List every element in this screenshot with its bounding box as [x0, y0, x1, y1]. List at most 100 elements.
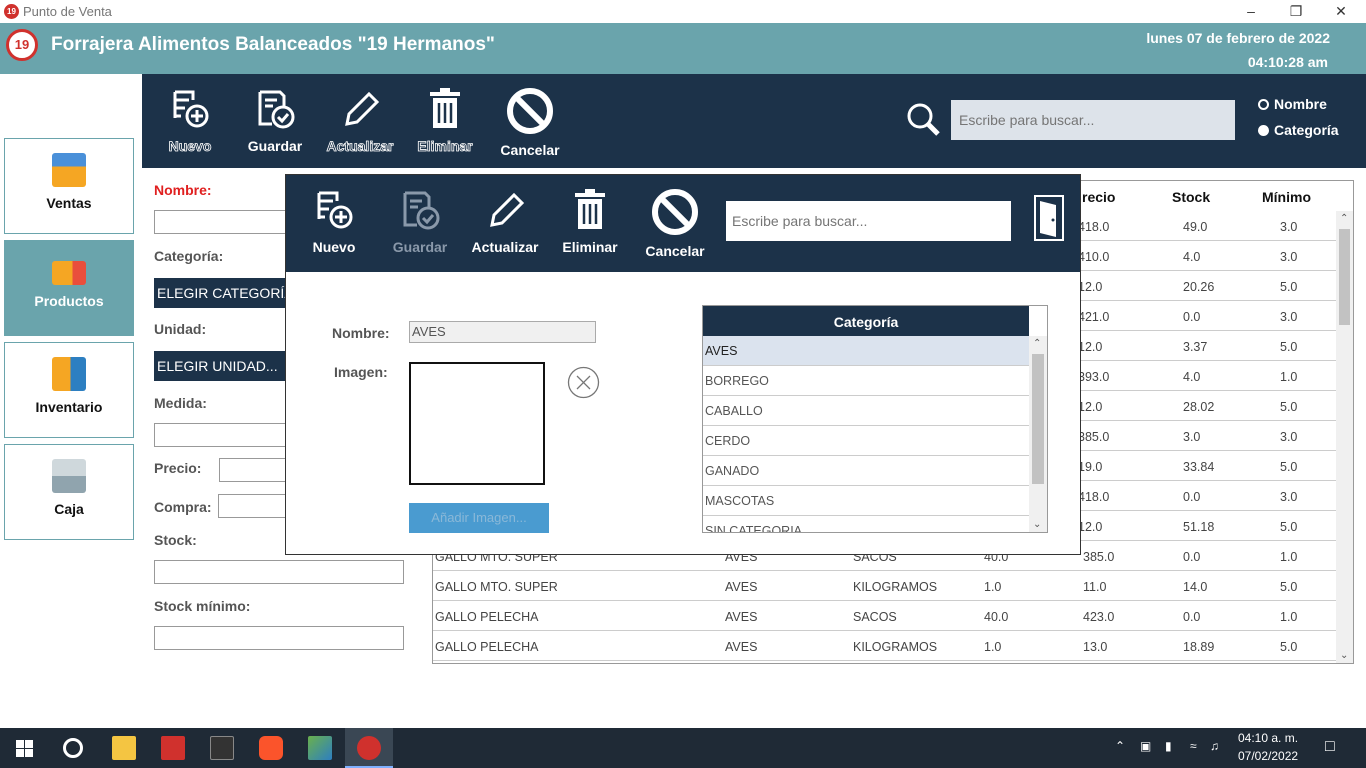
precio-field[interactable] [219, 458, 294, 482]
windows-start-icon[interactable] [16, 740, 33, 757]
dialog-nombre-field[interactable]: AVES [409, 321, 596, 343]
settings-icon[interactable] [63, 738, 83, 758]
cell-precio: 12.0 [1078, 520, 1103, 534]
table-row[interactable]: GALLO PELECHA AVES KILOGRAMOS 1.0 13.0 18.89 5… [433, 631, 1337, 661]
brand-logo: 19 [6, 29, 38, 61]
clear-image-icon[interactable] [567, 366, 600, 399]
compra-field[interactable] [218, 494, 294, 518]
cancel-button[interactable]: Cancelar [487, 86, 573, 158]
category-list-item[interactable]: CABALLO [703, 396, 1029, 426]
category-list-item[interactable]: AVES [703, 336, 1029, 366]
exit-door-icon[interactable] [1032, 193, 1066, 243]
sidebar-item-inventario[interactable]: Inventario [4, 342, 134, 438]
cell-unidad: SACOS [853, 610, 897, 624]
add-image-button[interactable]: Añadir Imagen... [409, 503, 549, 533]
notifications-icon[interactable]: □ [1325, 738, 1335, 756]
taskbar-time[interactable]: 04:10 a. m. [1238, 731, 1298, 745]
virtualbox-icon[interactable] [308, 736, 332, 760]
category-list-item[interactable]: CERDO [703, 426, 1029, 456]
tray-network-icon[interactable]: ▣ [1140, 739, 1151, 753]
table-row[interactable]: GALLO MTO. SUPER AVES KILOGRAMOS 1.0 11.0 14.… [433, 571, 1337, 601]
stock-field[interactable] [154, 560, 404, 584]
restore-button[interactable]: ❐ [1273, 0, 1319, 23]
cash-register-icon [52, 459, 86, 493]
category-scrollbar[interactable]: ⌃ ⌄ [1029, 336, 1047, 532]
cell-minimo: 5.0 [1280, 400, 1298, 414]
label-stock: Stock: [154, 532, 197, 548]
terminal-icon[interactable] [210, 736, 234, 760]
category-list-item[interactable]: SIN CATEGORIA [703, 516, 1029, 532]
taskbar-date[interactable]: 07/02/2022 [1238, 749, 1298, 763]
cell-precio: 410.0 [1078, 250, 1110, 264]
category-list-item[interactable]: GANADO [703, 456, 1029, 486]
col-stock: Stock [1172, 189, 1211, 205]
table-scrollbar[interactable]: ⌃ ⌄ [1336, 211, 1353, 663]
dialog-save-button[interactable]: Guardar [377, 187, 463, 255]
radio-nombre[interactable]: Nombre [1258, 96, 1327, 112]
app-icon: 19 [4, 4, 19, 19]
cell-stock: 0.0 [1183, 490, 1201, 504]
minimize-button[interactable]: – [1228, 0, 1274, 23]
trash-icon [430, 88, 460, 128]
cell-minimo: 3.0 [1280, 490, 1298, 504]
nombre-field[interactable] [154, 210, 294, 234]
cell-minimo: 1.0 [1280, 610, 1298, 624]
brave-browser-icon[interactable] [259, 736, 283, 760]
medida-field[interactable] [154, 423, 294, 447]
tray-volume-icon[interactable]: ♫ [1210, 739, 1219, 753]
categoria-select[interactable]: ELEGIR CATEGORÍA [154, 278, 294, 308]
truck-icon [52, 261, 86, 285]
label-categoria: Categoría: [154, 248, 224, 264]
col-minimo: Mínimo [1262, 189, 1311, 205]
stock-minimo-field[interactable] [154, 626, 404, 650]
cancel-icon [652, 189, 698, 235]
cell-precio: 421.0 [1078, 310, 1110, 324]
tray-wifi-icon[interactable]: ≈ [1190, 739, 1197, 753]
active-app-taskbar-button[interactable] [345, 728, 393, 768]
tray-chevron-icon[interactable]: ⌃ [1115, 739, 1125, 753]
cell-minimo: 5.0 [1280, 640, 1298, 654]
cell-precio: 385.0 [1083, 550, 1115, 564]
cell-stock: 0.0 [1183, 550, 1201, 564]
dialog-label-imagen: Imagen: [334, 364, 388, 380]
cell-minimo: 5.0 [1280, 520, 1298, 534]
new-button[interactable]: Nuevo [147, 86, 233, 154]
sidebar-item-ventas[interactable]: Ventas [4, 138, 134, 234]
cell-medida: 1.0 [984, 640, 1002, 654]
app-taskbar-icon[interactable] [161, 736, 185, 760]
col-precio: recio [1082, 189, 1116, 205]
cell-categoria: AVES [725, 610, 758, 624]
close-window-button[interactable]: ✕ [1318, 0, 1364, 23]
update-button[interactable]: Actualizar [317, 86, 403, 154]
dialog-new-button[interactable]: Nuevo [291, 187, 377, 255]
category-list-item[interactable]: MASCOTAS [703, 486, 1029, 516]
cell-categoria: AVES [725, 640, 758, 654]
delete-button[interactable]: Eliminar [402, 86, 488, 154]
category-list-item[interactable]: BORREGO [703, 366, 1029, 396]
dialog-delete-button[interactable]: Eliminar [547, 187, 633, 255]
cell-stock: 3.37 [1183, 340, 1208, 354]
cell-stock: 4.0 [1183, 370, 1201, 384]
window-title: Punto de Venta [23, 4, 112, 19]
tray-battery-icon[interactable]: ▮ [1165, 739, 1172, 753]
cell-stock: 33.84 [1183, 460, 1215, 474]
dialog-update-button[interactable]: Actualizar [462, 187, 548, 255]
dialog-search-input[interactable] [726, 201, 1011, 241]
save-button[interactable]: Guardar [232, 86, 318, 154]
cell-categoria: AVES [725, 580, 758, 594]
sidebar-item-productos[interactable]: Productos [4, 240, 134, 336]
cell-stock: 49.0 [1183, 220, 1208, 234]
unidad-select[interactable]: ELEGIR UNIDAD... [154, 351, 294, 381]
label-nombre: Nombre: [154, 182, 212, 198]
radio-off-icon [1258, 99, 1269, 110]
sidebar-item-caja[interactable]: Caja [4, 444, 134, 540]
cell-nombre: GALLO PELECHA [435, 640, 539, 654]
cell-minimo: 5.0 [1280, 280, 1298, 294]
cell-precio: 12.0 [1078, 280, 1103, 294]
table-row[interactable]: GALLO PELECHA AVES SACOS 40.0 423.0 0.0 1.0 [433, 601, 1337, 631]
dialog-cancel-button[interactable]: Cancelar [632, 187, 718, 259]
main-search-input[interactable] [951, 100, 1235, 140]
file-explorer-icon[interactable] [112, 736, 136, 760]
radio-categoria[interactable]: Categoría [1258, 122, 1339, 138]
cell-minimo: 3.0 [1280, 250, 1298, 264]
